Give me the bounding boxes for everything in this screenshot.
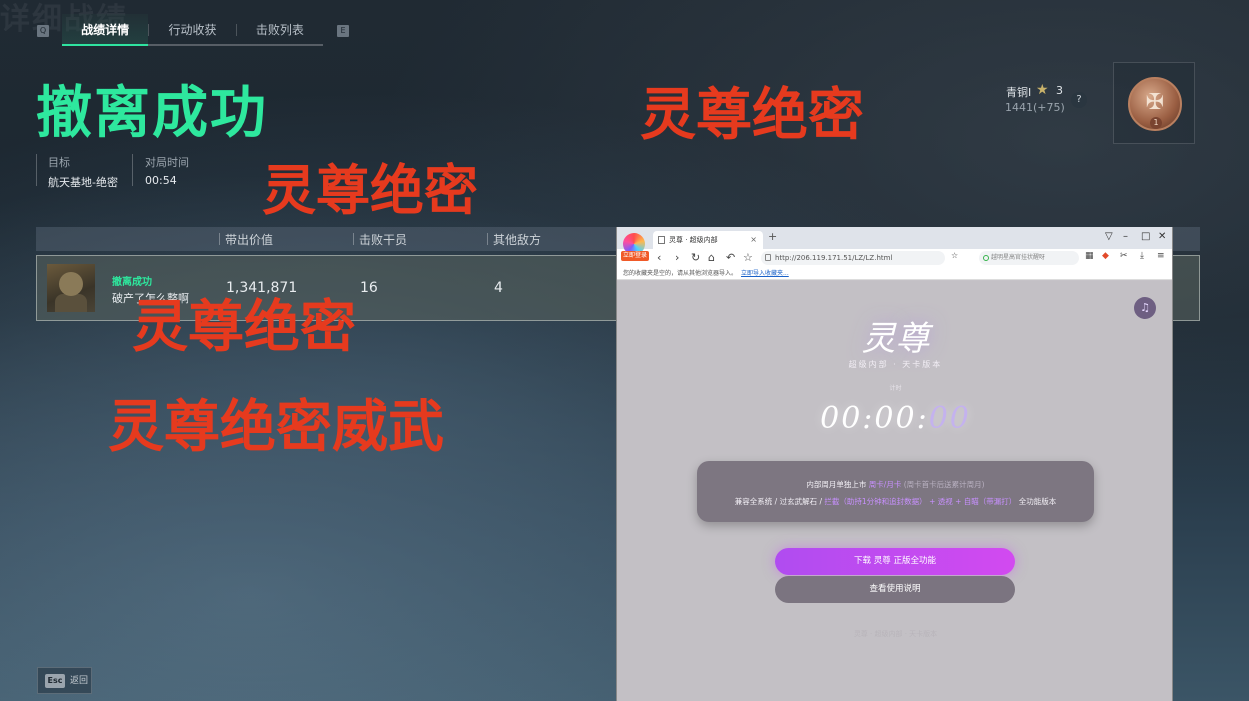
meta-divider <box>132 154 133 186</box>
tab-battle-details[interactable]: 战绩详情 <box>62 14 149 46</box>
address-bar[interactable]: http://206.119.171.51/LZ/LZ.html <box>761 251 945 265</box>
favbar-text: 您的收藏夹是空的，请从其他浏览器导入。 <box>623 270 738 277</box>
extraction-result-title: 撤离成功 <box>36 81 268 146</box>
timer-main: 00:00: <box>820 401 929 436</box>
target-label: 目标 <box>48 156 70 169</box>
timer-ms: 00 <box>928 401 971 436</box>
undo-icon[interactable]: ↶ <box>726 251 735 264</box>
star-icon: ★ <box>1036 82 1049 98</box>
tab-action-gains[interactable]: 行动收获 <box>149 14 235 44</box>
browser-tab[interactable]: 灵尊 · 超级内部 × <box>653 231 763 249</box>
header-divider <box>353 233 354 245</box>
web-page: ♫ 灵尊 超级内部 · 天卡版本 计时 00:00:00 内部周月单独上市 周卡… <box>617 281 1172 701</box>
watermark-text: 灵尊绝密威武 <box>108 395 444 460</box>
lock-icon <box>765 254 771 261</box>
countdown-timer: 00:00:00 <box>617 401 1172 436</box>
rank-badge-frame: ✠ 1 <box>1113 62 1195 144</box>
maximize-icon[interactable]: □ <box>1141 231 1150 242</box>
rank-badge: ✠ 1 <box>1128 77 1182 131</box>
rank-score: 1441(+75) <box>1005 101 1065 114</box>
avatar-body <box>55 294 87 312</box>
help-icon[interactable]: ? <box>1071 92 1087 108</box>
operator-kills: 16 <box>360 280 378 296</box>
search-engine-icon <box>983 255 989 261</box>
favorites-bar: 您的收藏夹是空的，请从其他浏览器导入。 立即导入收藏夹... <box>617 267 1172 280</box>
header-other-enemies: 其他敌方 <box>493 233 542 247</box>
match-time-value: 00:54 <box>145 174 177 187</box>
back-label: 返回 <box>70 676 89 686</box>
info-line-2: 兼容全系统 / 过玄武解石 / 拦截（助持1分钟和追封数据） + 透视 + 自瞄… <box>697 496 1094 507</box>
bookmark-icon[interactable]: ☆ <box>743 251 753 264</box>
info-note: (周卡首卡后送累计周月) <box>903 480 985 489</box>
info-text: 内部周月单独上市 <box>806 480 867 489</box>
import-favorites-link[interactable]: 立即导入收藏夹... <box>741 270 789 277</box>
info-line-1: 内部周月单独上市 周卡/月卡 (周卡首卡后送累计周月) <box>697 479 1094 490</box>
browser-tab-title: 灵尊 · 超级内部 <box>669 236 718 244</box>
badge-level: 1 <box>1150 117 1162 129</box>
watermark-text: 灵尊绝密 <box>262 159 478 222</box>
game-icon[interactable]: ◆ <box>1102 251 1109 261</box>
result-tabs: 战绩详情 行动收获 击败列表 <box>62 14 323 46</box>
menu-icon[interactable]: ≡ <box>1157 251 1165 261</box>
other-enemies: 4 <box>494 280 503 296</box>
info-card: 内部周月单独上市 周卡/月卡 (周卡首卡后送累计周月) 兼容全系统 / 过玄武解… <box>697 461 1094 522</box>
info-highlight: 拦截（助持1分钟和追封数据） <box>824 497 927 506</box>
watermark-text: 灵尊绝密 <box>640 83 864 148</box>
info-highlight: + 透视 + 自瞄（带漏打） <box>929 497 1017 506</box>
brand-subtitle: 超级内部 · 天卡版本 <box>848 360 943 369</box>
brand-title: 灵尊 <box>861 319 930 359</box>
download-icon[interactable]: ⤓ <box>1140 251 1144 261</box>
page-icon <box>658 236 665 244</box>
avatar-head <box>59 272 83 296</box>
close-window-icon[interactable]: ✕ <box>1158 231 1166 242</box>
header-extracted-value: 带出价值 <box>225 233 274 247</box>
target-info: 目标 航天基地-绝密 <box>48 154 118 190</box>
prev-tab-key[interactable]: Q <box>37 25 49 37</box>
apps-icon[interactable]: ▦ <box>1085 251 1094 261</box>
back-icon[interactable]: ‹ <box>657 251 661 264</box>
browser-titlebar: 灵尊 · 超级内部 × + ▽ – □ ✕ <box>617 227 1172 249</box>
home-icon[interactable]: ⌂ <box>708 251 715 264</box>
timer-label: 计时 <box>889 385 902 392</box>
back-button[interactable]: Esc 返回 <box>37 667 92 694</box>
header-operator-kills: 击败干员 <box>359 233 408 247</box>
watermark-text: 灵尊绝密 <box>132 295 356 360</box>
rank-name: 青铜I <box>1006 86 1032 99</box>
info-text: 兼容全系统 / 过玄武解石 / <box>734 497 823 506</box>
new-tab-icon[interactable]: + <box>768 230 777 243</box>
next-tab-key[interactable]: E <box>337 25 349 37</box>
meta-divider <box>36 154 37 186</box>
rank-stars: 3 <box>1056 84 1063 97</box>
tab-kill-list[interactable]: 击败列表 <box>237 14 323 44</box>
info-highlight: 周卡/月卡 <box>868 480 902 489</box>
minimize-icon[interactable]: – <box>1123 231 1128 242</box>
eagle-icon: ✠ <box>1145 90 1165 115</box>
match-time-label: 对局时间 <box>145 156 189 169</box>
login-tag[interactable]: 立即登录 <box>621 251 649 261</box>
match-time-info: 对局时间 00:54 <box>145 154 189 187</box>
target-value: 航天基地-绝密 <box>48 176 118 189</box>
browser-toolbar: ‹ › ↻ ⌂ ↶ ☆ http://206.119.171.51/LZ/LZ.… <box>617 249 1172 267</box>
info-text: 全功能版本 <box>1018 497 1057 506</box>
guide-button[interactable]: 查看使用说明 <box>775 576 1015 603</box>
esc-key: Esc <box>45 674 65 688</box>
header-divider <box>219 233 220 245</box>
close-tab-icon[interactable]: × <box>750 231 757 249</box>
pin-icon[interactable]: ▽ <box>1105 231 1113 242</box>
cut-icon[interactable]: ✂ <box>1120 251 1128 261</box>
reload-icon[interactable]: ↻ <box>691 251 700 264</box>
avatar <box>47 264 95 312</box>
search-box[interactable]: 越明星高官挂状醒呀 <box>979 251 1079 265</box>
favorite-icon[interactable]: ☆ <box>951 251 958 260</box>
forward-icon[interactable]: › <box>675 251 679 264</box>
browser-window: 灵尊 · 超级内部 × + ▽ – □ ✕ ‹ › ↻ ⌂ ↶ ☆ http:/… <box>616 227 1173 701</box>
address-text: http://206.119.171.51/LZ/LZ.html <box>775 254 893 262</box>
search-placeholder: 越明星高官挂状醒呀 <box>991 254 1046 261</box>
page-footer: 灵尊 · 超级内部 · 天卡版本 <box>853 630 938 638</box>
download-button[interactable]: 下载 灵尊 正版全功能 <box>775 548 1015 575</box>
header-divider <box>487 233 488 245</box>
